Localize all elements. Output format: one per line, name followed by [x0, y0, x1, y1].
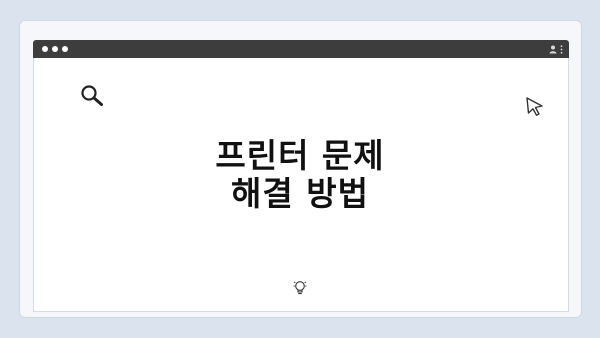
lightbulb-icon [293, 281, 307, 295]
title-line-2: 해결 방법 [231, 174, 369, 213]
search-icon [81, 85, 103, 106]
window-controls [42, 46, 68, 52]
minimize-dot[interactable] [52, 46, 58, 52]
title-line-1: 프린터 문제 [215, 136, 385, 175]
cursor-arrow-icon [526, 97, 543, 116]
page-title: 프린터 문제 해결 방법 [0, 137, 600, 213]
close-dot[interactable] [42, 46, 48, 52]
title-bar-actions [549, 44, 563, 54]
stage: 프린터 문제 해결 방법 [0, 0, 600, 338]
kebab-menu-icon[interactable] [560, 44, 563, 54]
title-bar [33, 40, 569, 58]
maximize-dot[interactable] [62, 46, 68, 52]
person-icon[interactable] [549, 45, 557, 54]
